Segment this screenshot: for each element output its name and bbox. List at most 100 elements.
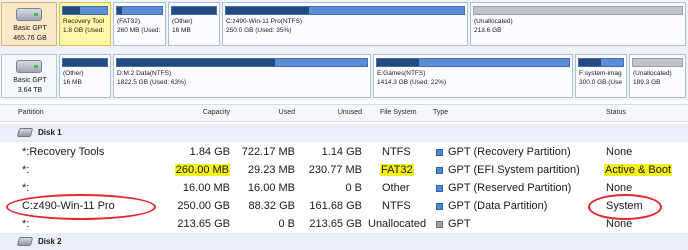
partition-block[interactable]: F:system-imag 300.0 GB (Use: [575, 54, 627, 98]
partition-block[interactable]: D:M.2 Data(NTFS) 1822.5 GB (Used: 63%): [113, 54, 371, 98]
status-highlight: Active & Boot: [604, 164, 673, 176]
unused-cell: 161.68 GB: [309, 200, 362, 212]
type-cell: GPT (EFI System partition): [448, 164, 580, 176]
filesystem-cell: Unallocated: [368, 218, 427, 230]
usage-bar: [62, 58, 108, 67]
filesystem-cell: FAT32: [380, 164, 414, 176]
table-row[interactable]: *: 260.00 MB 29.23 MB 230.77 MB FAT32 GP…: [0, 162, 688, 180]
partition-block[interactable]: (Other) 16 MB: [59, 54, 111, 98]
partition-block-label: (Other): [63, 70, 84, 77]
partition-block[interactable]: E:Games(NTFS) 1414.3 GB (Used: 22%): [373, 54, 573, 98]
partition-block-label: Recovery Tool: [63, 18, 105, 25]
unused-cell: 1.14 GB: [321, 146, 362, 158]
filesystem-cell: Other: [382, 182, 410, 194]
partition-block[interactable]: (Unallocated) 189.3 GB: [629, 54, 686, 98]
usage-bar: [632, 58, 683, 67]
disk-1-group-row[interactable]: Disk 1: [0, 124, 688, 142]
disk-1-label: Disk 1: [38, 128, 62, 137]
column-header-unused[interactable]: Unused: [305, 109, 362, 116]
filesystem-cell: NTFS: [382, 200, 411, 212]
filesystem-highlight: FAT32: [380, 164, 414, 176]
partition-block-label: F:system-imag: [579, 70, 622, 77]
column-header-filesystem[interactable]: File System: [380, 109, 417, 116]
partition-block-label: C:z490-Win-11 Pro(NTFS): [226, 18, 303, 25]
partition-block[interactable]: (FAT32) 260 MB (Used:: [113, 2, 166, 46]
partition-table-header: Partition Capacity Used Unused File Syst…: [0, 104, 688, 122]
partition-name: *:Recovery Tools: [22, 146, 105, 158]
column-header-used[interactable]: Used: [240, 109, 295, 116]
type-cell: GPT (Recovery Partition): [448, 146, 571, 158]
usage-bar: [116, 58, 368, 67]
usage-bar: [62, 6, 108, 15]
filesystem-cell: NTFS: [382, 146, 411, 158]
capacity-cell: 213.65 GB: [177, 218, 230, 230]
partition-block-label: (Other): [172, 18, 193, 25]
type-cell: GPT: [448, 218, 471, 230]
partition-block-detail: 16 MB: [63, 79, 82, 86]
used-cell: 29.23 MB: [247, 164, 295, 176]
type-cell: GPT (Data Partition): [448, 200, 548, 212]
partition-block-detail: 16 MB: [172, 27, 191, 34]
partition-block[interactable]: (Unallocated) 213.6 GB: [470, 2, 686, 46]
disk-icon: [16, 128, 34, 137]
disk-2-group-row[interactable]: Disk 2: [0, 233, 688, 250]
partition-color-icon: [436, 221, 443, 228]
partition-name: *:: [22, 164, 30, 176]
capacity-cell: 16.00 MB: [182, 182, 230, 194]
partition-block-detail: 213.6 GB: [474, 27, 502, 34]
partition-block-label: (FAT32): [117, 18, 140, 25]
partition-block[interactable]: C:z490-Win-11 Pro(NTFS) 250.0 GB (Used: …: [222, 2, 468, 46]
unused-cell: 0 B: [345, 182, 362, 194]
partition-block[interactable]: Recovery Tool 1.8 GB (Used:: [59, 2, 111, 46]
status-cell: None: [606, 146, 633, 158]
disk-icon: [16, 237, 34, 246]
partition-block-label: (Unallocated): [633, 70, 672, 77]
column-header-status[interactable]: Status: [606, 109, 626, 116]
used-cell: 88.32 GB: [248, 200, 295, 212]
column-header-partition[interactable]: Partition: [18, 109, 44, 116]
partition-block-label: (Unallocated): [474, 18, 513, 25]
partition-name: *:: [22, 218, 30, 230]
hard-disk-icon: [16, 60, 42, 73]
usage-bar: [473, 6, 683, 15]
used-cell: 722.17 MB: [241, 146, 295, 158]
partition-block-label: D:M.2 Data(NTFS): [117, 70, 172, 77]
partition-color-icon: [436, 167, 443, 174]
disk-1-header[interactable]: Basic GPT 465.76 GB: [1, 2, 57, 46]
partition-block-detail: 1822.5 GB (Used: 63%): [117, 79, 187, 86]
column-header-capacity[interactable]: Capacity: [170, 109, 230, 116]
usage-bar: [225, 6, 465, 15]
partition-color-icon: [436, 149, 443, 156]
usage-bar: [578, 58, 624, 67]
unused-cell: 230.77 MB: [308, 164, 362, 176]
partition-block-detail: 300.0 GB (Use: [579, 79, 622, 86]
disk-type: Basic GPT: [13, 25, 47, 32]
capacity-highlight: 260.00 MB: [174, 164, 230, 176]
disk-size: 465.76 GB: [13, 35, 47, 42]
status-cell: None: [606, 182, 633, 194]
disk-2-label: Disk 2: [38, 237, 62, 246]
partition-block[interactable]: (Other) 16 MB: [168, 2, 220, 46]
partition-block-detail: 260 MB (Used:: [117, 27, 161, 34]
column-header-type[interactable]: Type: [433, 109, 448, 116]
capacity-cell: 1.84 GB: [189, 146, 230, 158]
annotation-circle: [588, 194, 662, 220]
used-cell: 16.00 MB: [247, 182, 295, 194]
partition-name: *:: [22, 182, 30, 194]
usage-bar: [116, 6, 163, 15]
used-cell: 0 B: [278, 218, 295, 230]
partition-color-icon: [436, 185, 443, 192]
capacity-cell: 250.00 GB: [177, 200, 230, 212]
partition-block-detail: 1414.3 GB (Used: 22%): [377, 79, 447, 86]
disk-2-header[interactable]: Basic GPT 3.64 TB: [1, 54, 57, 98]
disk-type: Basic GPT: [13, 77, 47, 84]
disk-size: 3.64 TB: [17, 87, 43, 94]
partition-block-detail: 189.3 GB: [633, 79, 661, 86]
hard-disk-icon: [16, 8, 42, 21]
partition-block-detail: 1.8 GB (Used:: [63, 27, 105, 34]
disk-map: Basic GPT 465.76 GB Recovery Tool 1.8 GB…: [0, 0, 688, 100]
table-row[interactable]: *:Recovery Tools 1.84 GB 722.17 MB 1.14 …: [0, 144, 688, 162]
annotation-circle: [6, 194, 156, 220]
status-cell: Active & Boot: [604, 164, 673, 176]
usage-bar: [171, 6, 217, 15]
